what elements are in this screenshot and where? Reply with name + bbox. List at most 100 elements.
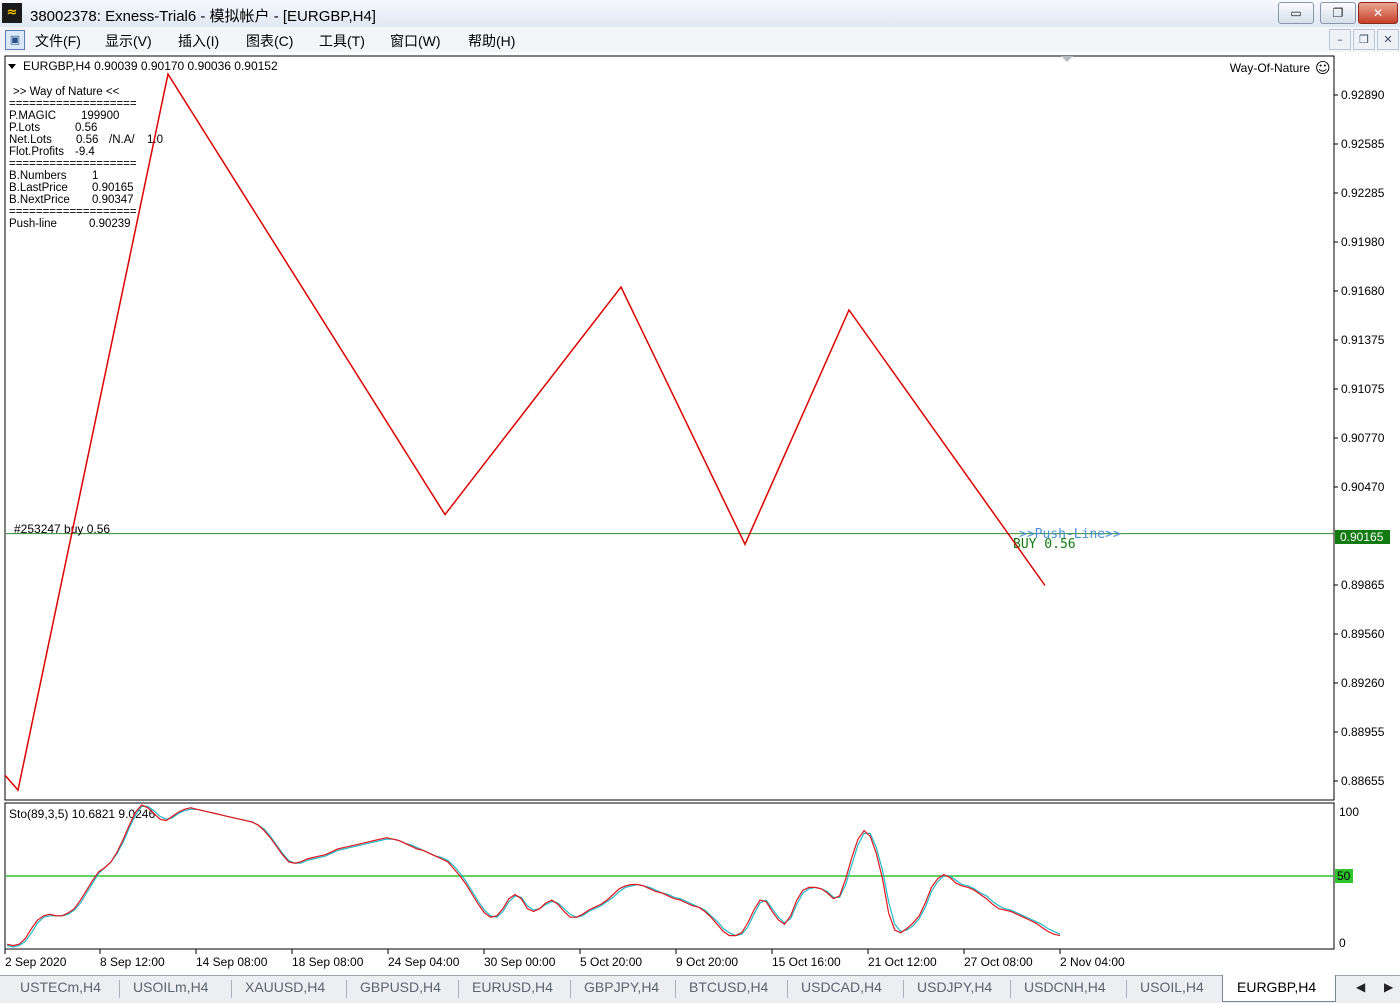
price-tick: 0.92285 [1334,186,1385,200]
tab-usoilm-h4[interactable]: USOILm,H4 [133,979,208,995]
menu-insert[interactable]: 插入(I) [178,31,219,51]
price-tick: 0.89865 [1334,578,1385,592]
bnextprice-value: 0.90347 [92,194,134,206]
price-tick-label: 0.91680 [1341,284,1385,298]
menu-view[interactable]: 显示(V) [105,31,152,51]
menu-help[interactable]: 帮助(H) [468,31,515,51]
indicator-tick-50: 50 [1337,869,1351,883]
blastprice-value: 0.90165 [92,182,134,194]
pushline-label: Push-line [9,218,57,230]
pushline-value: 0.90239 [89,218,131,230]
netlots-label: Net.Lots [9,134,52,146]
tab-eurusd-h4[interactable]: EURUSD,H4 [472,979,553,995]
blastprice-label: B.LastPrice [9,182,68,194]
bnumbers-value: 1 [92,170,98,182]
info-separator: =================== [9,98,137,110]
info-title: >> Way of Nature << [13,86,120,98]
tab-divider [1126,980,1127,998]
tab-btcusd-h4[interactable]: BTCUSD,H4 [689,979,768,995]
time-tick-label: 5 Oct 20:00 [580,955,642,969]
tab-divider [1010,980,1011,998]
menu-charts[interactable]: 图表(C) [246,31,293,51]
flot-profits-value: -9.4 [75,146,95,158]
netlots-value: 0.56 [76,134,98,146]
time-tick-label: 14 Sep 08:00 [196,955,268,969]
tab-usdcnh-h4[interactable]: USDCNH,H4 [1024,979,1106,995]
price-tick: 0.88655 [1334,774,1385,788]
tab-divider [346,980,347,998]
chart-close-button[interactable]: ✕ [1377,29,1399,50]
time-tick-label: 24 Sep 04:00 [388,955,460,969]
tab-divider [787,980,788,998]
time-tick-label: 15 Oct 16:00 [772,955,841,969]
price-tick: 0.91375 [1334,333,1385,347]
restore-button[interactable]: ❐ [1320,2,1356,24]
bnextprice-label: B.NextPrice [9,194,70,206]
tab-divider [119,980,120,998]
price-tick-label: 0.91375 [1341,333,1385,347]
order-label: #253247 buy 0.56 [14,522,110,536]
current-price-label: 0.90165 [1340,530,1384,544]
time-tick-label: 21 Oct 12:00 [868,955,937,969]
menu-window[interactable]: 窗口(W) [390,31,441,51]
netlots-mid: /N.A/ [109,134,135,146]
flot-profits-label: Flot.Profits [9,146,64,158]
tab-gbpusd-h4[interactable]: GBPUSD,H4 [360,979,441,995]
price-tick-label: 0.91980 [1341,235,1385,249]
chart-restore-button[interactable]: ❐ [1353,29,1375,50]
price-tick-label: 0.92890 [1341,88,1385,102]
tab-scroll-left-icon[interactable]: ◀ [1356,980,1365,994]
time-tick-label: 8 Sep 12:00 [100,955,165,969]
chart-tab-bar: USTECm,H4 USOILm,H4 XAUUSD,H4 GBPUSD,H4 … [0,975,1400,1003]
close-button[interactable]: ✕ [1358,2,1398,24]
tab-gbpjpy-h4[interactable]: GBPJPY,H4 [584,979,659,995]
chart-header: EURGBP,H4 0.90039 0.90170 0.90036 0.9015… [23,59,278,73]
smiley-icon: ☺ [1315,59,1331,77]
chart-minimize-button[interactable]: – [1329,29,1351,50]
time-tick-label: 27 Oct 08:00 [964,955,1033,969]
magic-value: 199900 [81,110,119,122]
price-tick-label: 0.90770 [1341,431,1385,445]
indicator-tick-0: 0 [1339,936,1346,950]
lots-label: P.Lots [9,122,40,134]
menu-tools[interactable]: 工具(T) [319,31,365,51]
price-tick-label: 0.88955 [1341,725,1385,739]
window-title: 38002378: Exness-Trial6 - 模拟帐户 - [EURGBP… [30,8,376,25]
tab-divider [231,980,232,998]
chart-area[interactable]: EURGBP,H4 0.90039 0.90170 0.90036 0.9015… [0,52,1400,975]
lots-value: 0.56 [75,122,97,134]
time-tick-label: 30 Sep 00:00 [484,955,556,969]
title-bar: ≈ 38002378: Exness-Trial6 - 模拟帐户 - [EURG… [0,0,1400,28]
buy-text: BUY 0.56 [1013,537,1076,552]
price-tick: 0.90770 [1334,431,1385,445]
magic-label: P.MAGIC [9,110,56,122]
minimize-button[interactable]: ▭ [1278,2,1314,24]
price-tick-label: 0.91075 [1341,382,1385,396]
tab-usoil-h4[interactable]: USOIL,H4 [1140,979,1204,995]
tab-divider [675,980,676,998]
time-tick-label: 9 Oct 20:00 [676,955,738,969]
price-tick: 0.91075 [1334,382,1385,396]
tab-usdjpy-h4[interactable]: USDJPY,H4 [917,979,992,995]
price-tick-label: 0.90470 [1341,480,1385,494]
chart-window-icon[interactable]: ▣ [5,30,25,50]
tab-ustecm-h4[interactable]: USTECm,H4 [20,979,101,995]
tab-scroll-right-icon[interactable]: ▶ [1384,980,1393,994]
tab-usdcad-h4[interactable]: USDCAD,H4 [801,979,882,995]
bnumbers-label: B.Numbers [9,170,67,182]
time-tick-label: 18 Sep 08:00 [292,955,364,969]
time-tick-label: 2 Nov 04:00 [1060,955,1125,969]
tab-eurgbp-h4[interactable]: EURGBP,H4 [1237,979,1316,995]
tab-divider [570,980,571,998]
price-tick: 0.91680 [1334,284,1385,298]
tab-xauusd-h4[interactable]: XAUUSD,H4 [245,979,325,995]
price-tick-label: 0.89560 [1341,627,1385,641]
time-tick-label: 2 Sep 2020 [5,955,67,969]
price-tick: 0.92585 [1334,137,1385,151]
price-tick-label: 0.88655 [1341,774,1385,788]
menu-file[interactable]: 文件(F) [35,31,81,51]
price-tick: 0.90470 [1334,480,1385,494]
ea-name-label: Way-Of-Nature [1230,61,1311,75]
price-tick-label: 0.89865 [1341,578,1385,592]
price-tick: 0.89260 [1334,676,1385,690]
